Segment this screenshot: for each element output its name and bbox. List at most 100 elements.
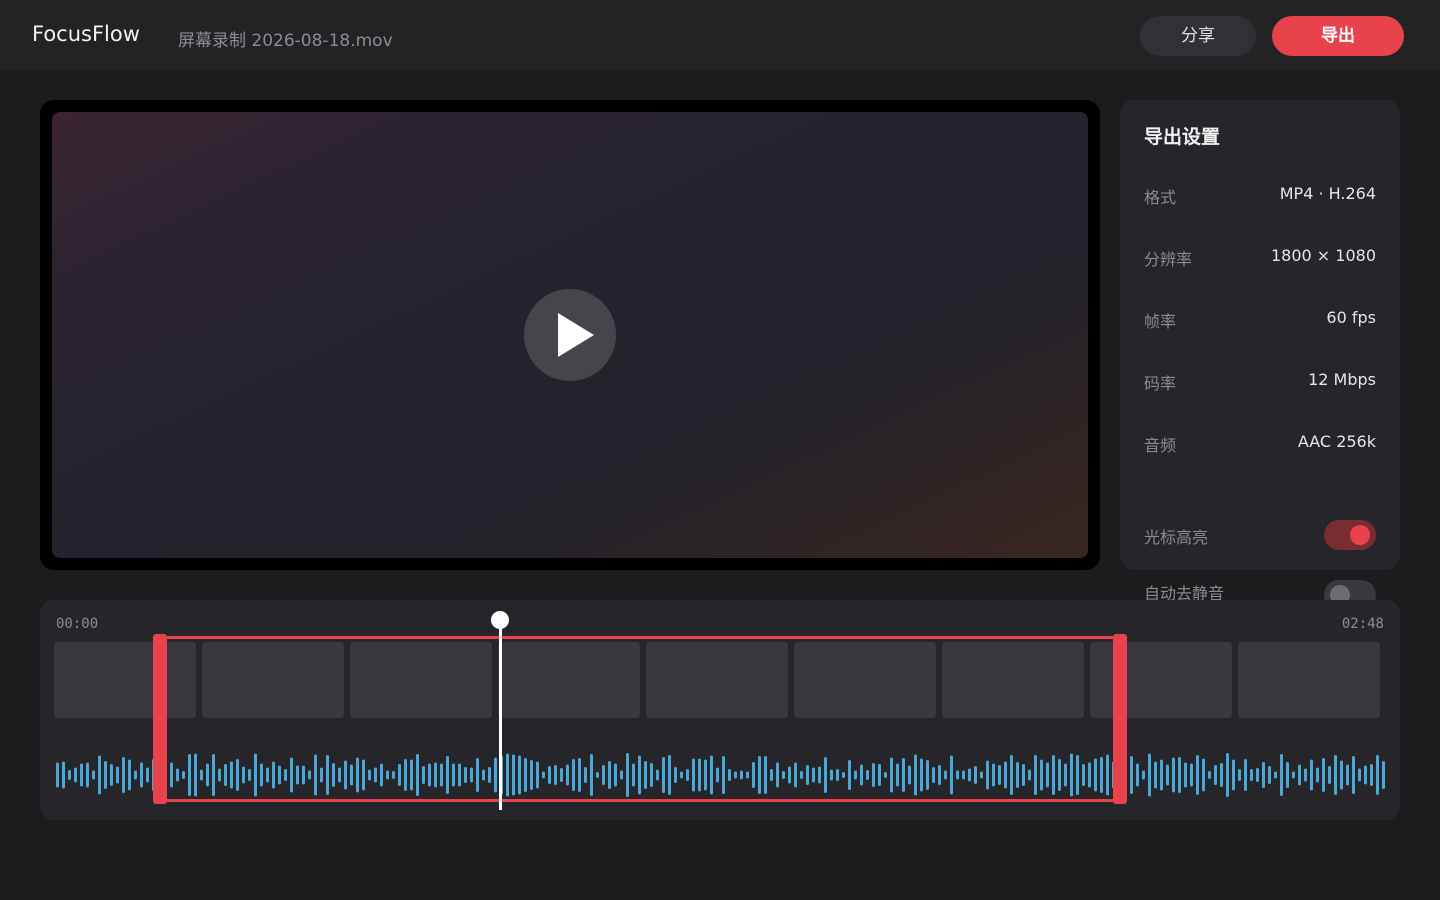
timeline-thumbnail: [1238, 642, 1380, 718]
waveform-bar: [1208, 771, 1211, 779]
waveform-bar: [1172, 757, 1175, 793]
waveform-bar: [68, 770, 71, 780]
waveform-bar: [1148, 753, 1151, 797]
setting-label: 光标高亮: [1144, 528, 1209, 547]
waveform-bar: [1154, 761, 1157, 789]
share-button[interactable]: 分享: [1140, 16, 1256, 56]
waveform-bar: [116, 766, 119, 784]
setting-value[interactable]: AAC 256k: [1298, 432, 1376, 451]
waveform-bar: [1370, 764, 1373, 786]
waveform-bar: [1274, 771, 1277, 779]
waveform-bar: [1340, 760, 1343, 790]
setting-label: 格式: [1144, 188, 1177, 207]
play-icon: [558, 313, 594, 357]
setting-value[interactable]: MP4 · H.264: [1280, 184, 1376, 203]
waveform-bar: [56, 762, 59, 788]
waveform-bar: [1190, 763, 1193, 787]
setting-row-auto-silence: 自动去静音: [1144, 580, 1376, 600]
waveform-bar: [1316, 767, 1319, 783]
trim-handle-right[interactable]: [1113, 634, 1127, 804]
waveform-bar: [128, 759, 131, 791]
waveform-bar: [1130, 756, 1133, 794]
waveform-bar: [146, 767, 149, 783]
setting-row-cursor-highlight: 光标高亮: [1144, 520, 1376, 550]
waveform-bar: [1232, 759, 1235, 791]
setting-label: 码率: [1144, 374, 1177, 393]
waveform-bar: [1166, 764, 1169, 786]
video-preview[interactable]: [52, 112, 1088, 558]
timeline-start-time: 00:00: [56, 616, 99, 632]
setting-row-resolution: 分辨率 1800 × 1080: [1144, 246, 1376, 270]
setting-row-format: 格式 MP4 · H.264: [1144, 184, 1376, 208]
settings-title: 导出设置: [1144, 126, 1221, 148]
waveform-bar: [1328, 766, 1331, 784]
waveform-bar: [92, 770, 95, 780]
waveform-bar: [1196, 755, 1199, 795]
waveform-bar: [1238, 769, 1241, 781]
export-settings-panel: 导出设置 格式 MP4 · H.264 分辨率 1800 × 1080 帧率 6…: [1120, 100, 1400, 570]
waveform-bar: [1268, 766, 1271, 784]
toggle-knob: [1350, 525, 1370, 545]
video-preview-frame: [40, 100, 1100, 570]
setting-label: 分辨率: [1144, 250, 1193, 269]
waveform-bar: [1334, 755, 1337, 795]
waveform-bar: [1298, 764, 1301, 786]
playhead-knob[interactable]: [491, 611, 509, 629]
setting-row-audio: 音频 AAC 256k: [1144, 432, 1376, 456]
waveform-bar: [1136, 763, 1139, 787]
playhead[interactable]: [499, 620, 502, 810]
waveform-bar: [134, 770, 137, 780]
waveform-bar: [1358, 768, 1361, 782]
waveform-bar: [74, 767, 77, 783]
setting-label: 音频: [1144, 436, 1177, 455]
waveform-bar: [1178, 757, 1181, 793]
timeline: 00:00 02:48: [40, 600, 1400, 820]
waveform-bar: [1160, 759, 1163, 791]
waveform-bar: [1322, 758, 1325, 792]
waveform-bar: [1262, 762, 1265, 788]
waveform-bar: [62, 761, 65, 789]
waveform-bar: [1280, 754, 1283, 796]
timeline-end-time: 02:48: [1341, 616, 1384, 632]
waveform-bar: [1244, 759, 1247, 791]
play-button[interactable]: [524, 289, 616, 381]
setting-value[interactable]: 12 Mbps: [1308, 370, 1376, 389]
waveform-bar: [1352, 756, 1355, 794]
export-button[interactable]: 导出: [1272, 16, 1404, 56]
waveform-bar: [1256, 768, 1259, 782]
waveform-bar: [110, 764, 113, 786]
waveform-bar: [1226, 753, 1229, 797]
waveform-bar: [1214, 765, 1217, 785]
waveform-bar: [1202, 758, 1205, 792]
trim-handle-left[interactable]: [153, 634, 167, 804]
waveform-bar: [1184, 762, 1187, 788]
setting-label: 自动去静音: [1144, 584, 1225, 600]
waveform-bar: [1142, 770, 1145, 780]
waveform-bar: [140, 762, 143, 788]
file-name: 屏幕录制 2026-08-18.mov: [178, 31, 393, 51]
top-bar: FocusFlow 屏幕录制 2026-08-18.mov 分享 导出: [0, 0, 1440, 70]
waveform-bar: [1286, 762, 1289, 788]
waveform-bar: [1304, 768, 1307, 782]
waveform-bar: [1292, 771, 1295, 779]
waveform-bar: [1310, 759, 1313, 791]
trim-selection[interactable]: [160, 636, 1120, 802]
setting-value[interactable]: 1800 × 1080: [1271, 246, 1376, 265]
toggle-knob: [1330, 585, 1350, 600]
waveform-bar: [80, 763, 83, 787]
setting-value[interactable]: 60 fps: [1326, 308, 1376, 327]
setting-label: 帧率: [1144, 312, 1177, 331]
waveform-bar: [104, 761, 107, 789]
cursor-highlight-toggle[interactable]: [1324, 520, 1376, 550]
waveform-bar: [1346, 764, 1349, 786]
waveform-bar: [122, 757, 125, 793]
waveform-bar: [86, 762, 89, 788]
waveform-bar: [1220, 763, 1223, 787]
waveform-bar: [1382, 761, 1385, 789]
app-name: FocusFlow: [32, 22, 140, 46]
setting-row-bitrate: 码率 12 Mbps: [1144, 370, 1376, 394]
waveform-bar: [1376, 755, 1379, 795]
waveform-bar: [98, 755, 101, 795]
auto-silence-toggle[interactable]: [1324, 580, 1376, 600]
waveform-bar: [1364, 765, 1367, 785]
